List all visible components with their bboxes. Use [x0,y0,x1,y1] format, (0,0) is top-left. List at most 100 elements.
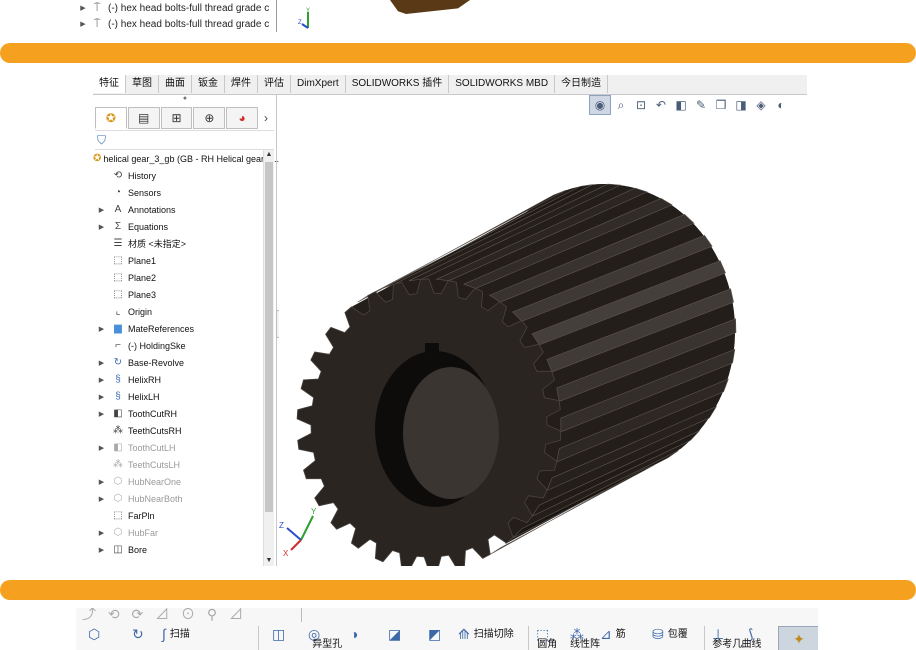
command-tab[interactable]: 特征 [93,75,126,93]
extrude-boss-button[interactable]: ⬡ [88,625,104,650]
extruded-cut-button[interactable]: ◫ [272,625,289,650]
tab-feature-manager[interactable]: ✪ [95,107,127,129]
tree-item[interactable]: ▶ ▆ MateReferences [93,320,263,337]
instant3d-button[interactable]: ✦ [778,626,818,650]
scroll-down-arrow-icon[interactable]: ▼ [264,556,274,566]
hide-show-items-icon[interactable]: ◈ [751,96,771,114]
sweep-button[interactable]: ∫ 扫描 [162,625,190,650]
gear-fragment [390,0,470,14]
panel-splitter[interactable] [276,0,277,32]
tree-item[interactable]: ▶ ◧ ToothCutRH [93,405,263,422]
tree-item[interactable]: ▶ ⬡ HubFar [93,524,263,541]
more-tabs-chevron-icon[interactable]: › [259,108,273,128]
wrap-button[interactable]: ⛁ 包覆 [652,625,688,650]
tree-item[interactable]: ▶ ↻ Base-Revolve [93,354,263,371]
tree-scrollbar[interactable]: ▲ ▼ [263,150,274,566]
command-tab[interactable]: SOLIDWORKS MBD [449,75,556,93]
fillet-button[interactable]: ⬚ 圆角 [536,625,573,650]
command-tab[interactable]: 今日制造 [555,75,609,93]
expand-arrow-icon[interactable]: ▶ [93,444,110,452]
sketch-icon: ⌐ [115,340,121,351]
expand-arrow-icon[interactable]: ▶ [93,376,110,384]
tree-row-label: (-) hex head bolts-full thread grade c [108,18,270,30]
view-orientation-icon[interactable]: ◉ [589,95,611,115]
command-tab[interactable]: 焊件 [225,75,258,93]
extrude-icon: ⬡ [113,476,123,487]
tree-item[interactable]: ⁂ TeethCutsRH [93,422,263,439]
appearance-icon[interactable]: ◐ [771,96,791,114]
command-tab[interactable]: 评估 [258,75,291,93]
command-tab[interactable]: 草图 [126,75,159,93]
display-style-icon[interactable]: ◨ [731,96,751,114]
previous-view-icon[interactable]: ↶ [651,96,671,114]
tree-item[interactable]: ▶ ⬡ HubNearOne [93,473,263,490]
expand-arrow-icon[interactable]: ▶ [93,410,110,418]
command-tab[interactable]: SOLIDWORKS 插件 [346,75,450,93]
tree-item-label: Bore [128,544,148,555]
swept-cut-button[interactable]: ⟰ 扫描切除 [458,625,514,650]
tree-root-part[interactable]: ✪ helical gear_3_gb (GB - RH Helical gear… [93,150,279,167]
tree-item[interactable]: ▶ ⬡ HubNearBoth [93,490,263,507]
tree-item[interactable]: ▶ A Annotations [93,201,263,218]
tree-item[interactable]: ⬚ Plane1 [93,252,263,269]
tree-item[interactable]: ⬚ Plane2 [93,269,263,286]
command-manager-tabs: 特征 草图 曲面 钣金 焊件 评估 DimXpert SOLIDWORKS 插件 SOLIDWO… [93,75,807,95]
zoom-to-fit-icon[interactable]: ⌕ [611,96,631,114]
tab-dimxpert-manager[interactable]: ⊕ [193,107,226,129]
expand-arrow-icon[interactable]: ▶ [93,223,110,231]
curves-button[interactable]: ⟆ 曲线 [741,625,777,650]
gear-bore-inner-wall [403,367,499,499]
tree-item[interactable]: ▶ ◧ ToothCutLH [93,439,263,456]
expand-arrow-icon[interactable]: ▶ [76,4,90,12]
expand-arrow-icon[interactable]: ▶ [93,529,110,537]
tab-property-manager[interactable]: ▤ [127,107,160,129]
tree-item[interactable]: ☰ 材质 <未指定> [93,235,263,252]
graphics-viewport[interactable]: Y Z X ◉ ⌕ ⊡ ↶ ◧ ✎ ❒ ◨ ◈ ◐ [279,95,807,566]
tree-item[interactable]: ▶ § HelixLH [93,388,263,405]
expand-arrow-icon[interactable]: ▶ [93,206,110,214]
wrap-icon: ⛁ [652,626,664,642]
tree-item[interactable]: ⌐ (-) HoldingSke [93,337,263,354]
expand-arrow-icon[interactable]: ▶ [76,20,90,28]
tree-item[interactable]: ▶ § HelixRH [93,371,263,388]
lofted-cut-button[interactable]: ◪ [388,625,405,650]
command-tab[interactable]: 钣金 [192,75,225,93]
expand-arrow-icon[interactable]: ▶ [93,478,110,486]
tree-item[interactable]: ⌞ Origin [93,303,263,320]
tree-item[interactable]: ⁂ TeethCutsLH [93,456,263,473]
scroll-thumb[interactable] [265,162,273,512]
expand-arrow-icon[interactable]: ▶ [93,546,110,554]
tab-configuration-manager[interactable]: ⊞ [160,107,193,129]
swept-cut-icon: ⟰ [458,626,470,642]
tree-item[interactable]: ⬚ FarPln [93,507,263,524]
revolve-boss-button[interactable]: ↻ [132,625,148,650]
expand-arrow-icon[interactable]: ▶ [93,359,110,367]
hole-wizard-button[interactable]: ◎ 异型孔 [308,625,354,650]
command-tab[interactable]: DimXpert [291,75,346,93]
helical-gear-model[interactable]: Y Z X [279,95,807,566]
section-view-icon[interactable]: ◧ [671,96,691,114]
tree-item[interactable]: ◔ Sensors [93,184,263,201]
expand-arrow-icon[interactable]: ▶ [93,393,110,401]
expand-arrow-icon[interactable]: ▶ [93,325,110,333]
tree-row-bolt[interactable]: ▶ ⍑ (-) hex head bolts-full thread grade… [76,0,276,16]
tree-item-label: Base-Revolve [128,357,185,368]
view-settings-icon[interactable]: ❒ [711,96,731,114]
tree-filter[interactable]: ⛉ [95,130,274,150]
zoom-to-area-icon[interactable]: ⊡ [631,96,651,114]
tree-item[interactable]: ⬚ Plane3 [93,286,263,303]
dynamic-annotation-icon[interactable]: ✎ [691,96,711,114]
tree-row-bolt[interactable]: ▶ ⍑ (-) hex head bolts-full thread grade… [76,16,276,32]
revolved-cut-button[interactable]: ◑ [350,625,362,650]
scroll-up-arrow-icon[interactable]: ▲ [264,150,274,160]
tab-display-manager[interactable]: ◕ [226,107,259,129]
panel-collapse-handle[interactable]: ● [178,95,192,105]
toolbar-separator [528,626,529,650]
tree-item[interactable]: ⟲ History [93,167,263,184]
tree-item[interactable]: ▶ Σ Equations [93,218,263,235]
tree-item[interactable]: ▶ ◫ Bore [93,541,263,558]
expand-arrow-icon[interactable]: ▶ [93,495,110,503]
boundary-cut-button[interactable]: ◩ [428,625,445,650]
command-tab[interactable]: 曲面 [159,75,192,93]
rib-button[interactable]: ⊿ 筋 [600,625,626,650]
